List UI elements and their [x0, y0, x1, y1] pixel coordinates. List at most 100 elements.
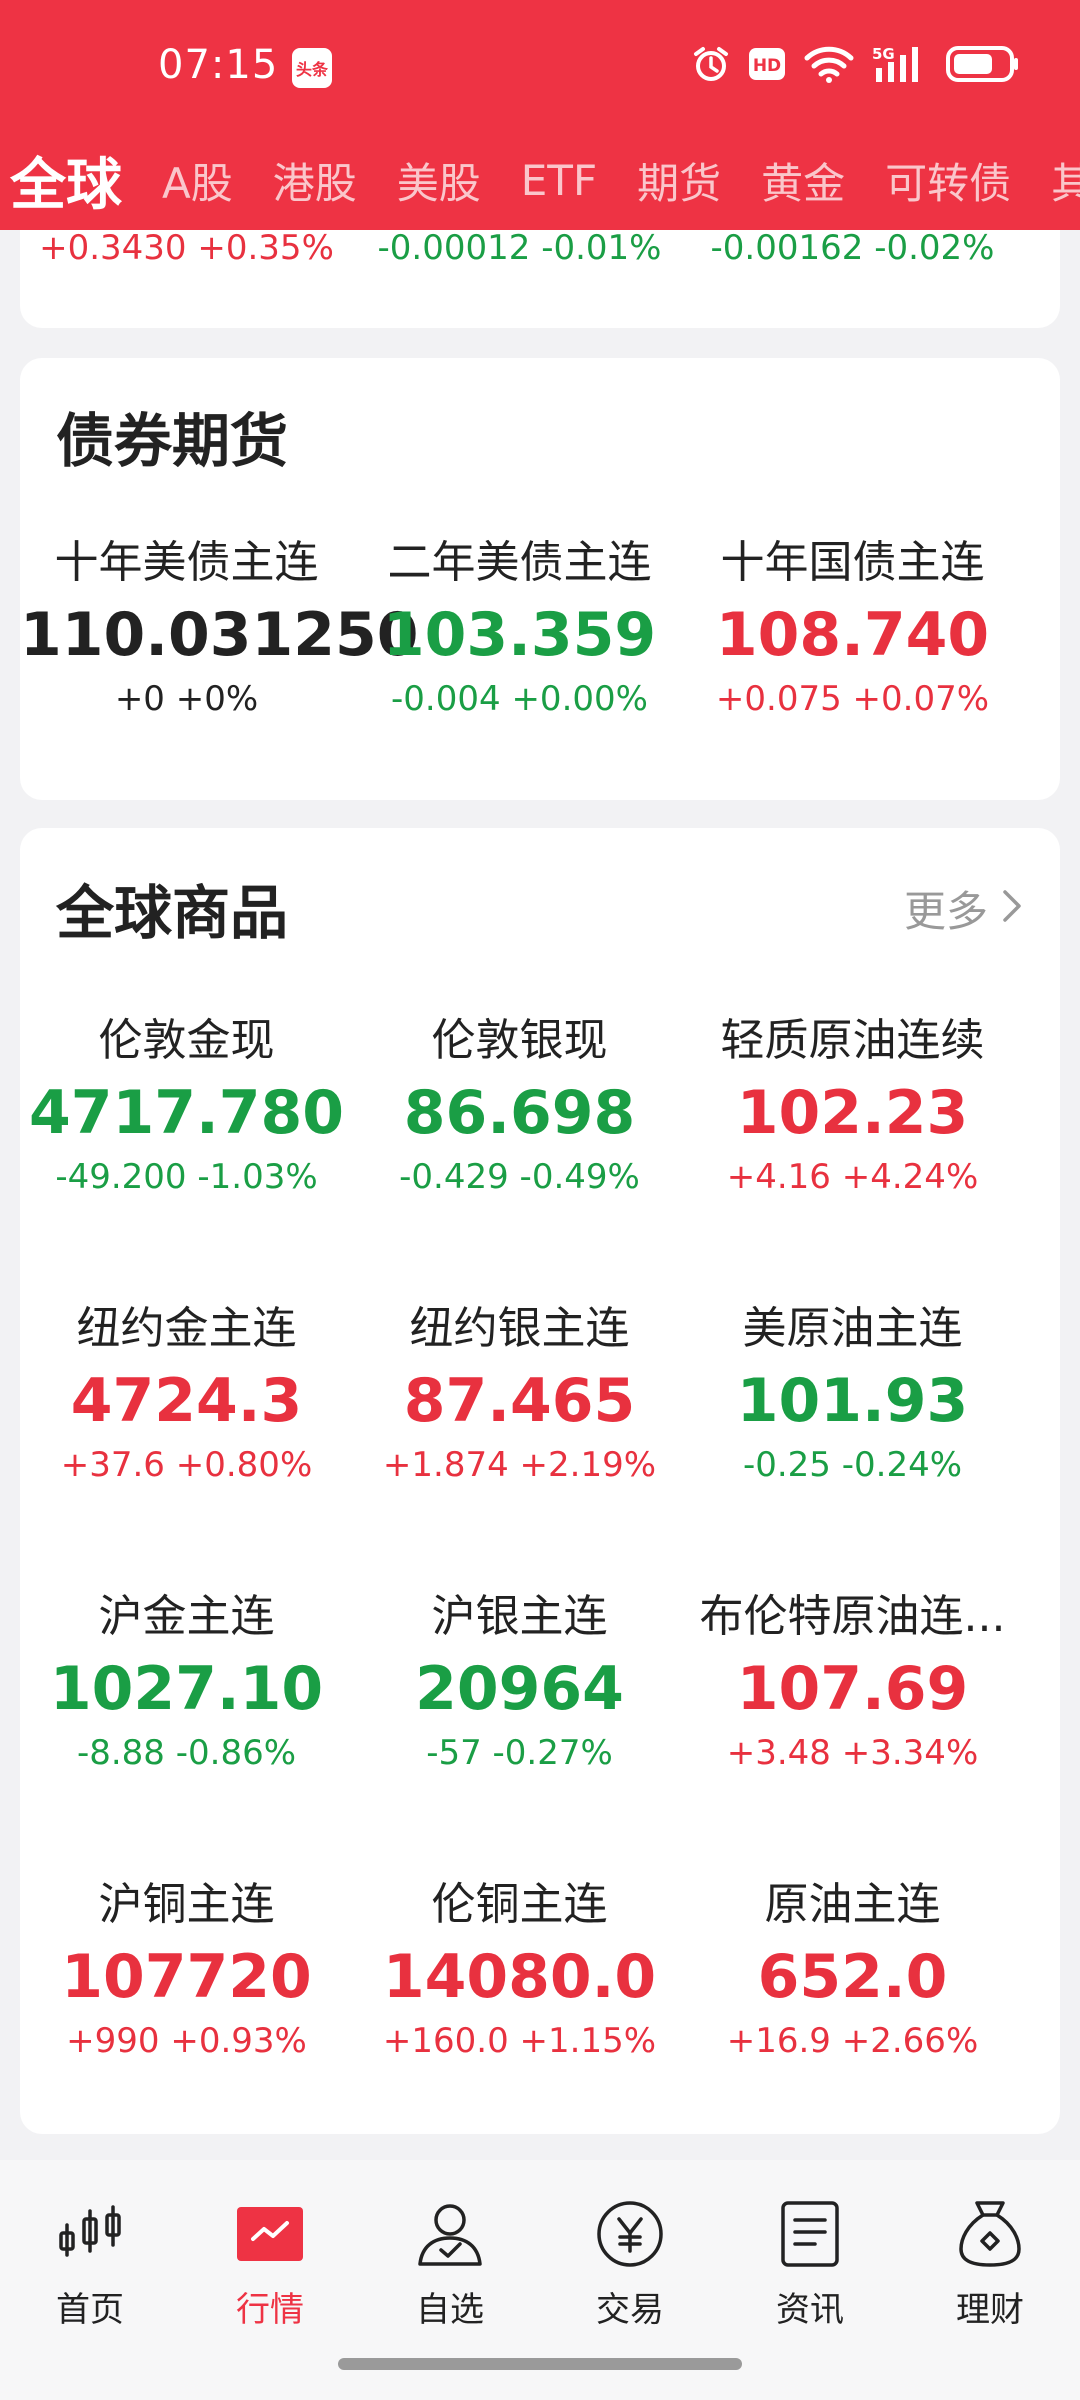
hd-icon: HD: [748, 47, 786, 81]
quote-name: 伦敦金现: [98, 1015, 275, 1066]
home-indicator[interactable]: [338, 2358, 742, 2370]
quote-price: 108.740: [715, 600, 990, 670]
nav-label: 行情: [236, 2290, 304, 2330]
quote-cell[interactable]: 轻质原油连续 102.23 +4.16 +4.24%: [686, 1008, 1019, 1296]
quote-cell[interactable]: 沪金主连 1027.10 -8.88 -0.86%: [20, 1584, 353, 1872]
tab-us-stocks[interactable]: 美股: [377, 150, 501, 211]
bond-futures-title: 债券期货: [56, 407, 289, 475]
quote-cell[interactable]: 美原油主连 101.93 -0.25 -0.24%: [686, 1296, 1019, 1584]
quote-change: -57 -0.27%: [426, 1733, 613, 1773]
nav-trade[interactable]: 交易: [540, 2198, 720, 2331]
nav-label: 资讯: [776, 2290, 844, 2330]
quote-price: 1027.10: [49, 1654, 324, 1724]
document-icon: [774, 2198, 846, 2270]
user-check-icon: [414, 2198, 486, 2270]
network-label: 5G: [872, 45, 895, 63]
quote-cell[interactable]: 二年美债主连 103.359 -0.004 +0.00%: [353, 530, 686, 818]
quote-name: 纽约金主连: [76, 1303, 297, 1354]
nav-label: 自选: [416, 2290, 484, 2330]
quote-cell[interactable]: 十年国债主连 108.740 +0.075 +0.07%: [686, 530, 1019, 818]
quote-cell[interactable]: 沪银主连 20964 -57 -0.27%: [353, 1584, 686, 1872]
partial-change-3[interactable]: -0.00162 -0.02%: [686, 228, 1019, 268]
global-commodities-card: 全球商品 更多 伦敦金现 4717.780 -49.200 -1.03% 伦敦银…: [20, 828, 1060, 2134]
quote-name: 轻质原油连续: [720, 1015, 985, 1066]
quote-change: -0.429 -0.49%: [399, 1157, 640, 1197]
quote-cell[interactable]: 十年美债主连 110.031250 +0 +0%: [20, 530, 419, 818]
toutiao-app-icon: 头条: [292, 48, 332, 88]
quote-row: 纽约金主连 4724.3 +37.6 +0.80% 纽约银主连 87.465 +…: [20, 1296, 1060, 1584]
quote-cell[interactable]: 原油主连 652.0 +16.9 +2.66%: [686, 1872, 1019, 2160]
quote-change: +3.48 +3.34%: [726, 1733, 979, 1773]
tab-a-shares[interactable]: A股: [142, 150, 253, 211]
quote-price: 103.359: [382, 600, 657, 670]
bond-futures-card: 债券期货 十年美债主连 110.031250 +0 +0% 二年美债主连 103…: [20, 358, 1060, 800]
quote-price: 87.465: [403, 1366, 636, 1436]
nav-news[interactable]: 资讯: [720, 2198, 900, 2331]
quote-name: 布伦特原油连...: [699, 1591, 1006, 1642]
quote-cell[interactable]: 沪铜主连 107720 +990 +0.93%: [20, 1872, 353, 2160]
quote-cell[interactable]: 伦敦金现 4717.780 -49.200 -1.03%: [20, 1008, 353, 1296]
quote-price: 107.69: [736, 1654, 969, 1724]
tab-hk-stocks[interactable]: 港股: [253, 150, 377, 211]
more-link[interactable]: 更多: [904, 878, 1022, 939]
quote-change: +1.874 +2.19%: [382, 1445, 657, 1485]
quote-change: -0.25 -0.24%: [742, 1445, 963, 1485]
nav-label: 交易: [596, 2290, 664, 2330]
quote-name: 沪金主连: [98, 1591, 275, 1642]
quote-name: 二年美债主连: [387, 537, 652, 588]
quote-row: 伦敦金现 4717.780 -49.200 -1.03% 伦敦银现 86.698…: [20, 1008, 1060, 1296]
tab-other[interactable]: 其他: [1031, 150, 1080, 211]
quote-price: 101.93: [736, 1366, 969, 1436]
tab-etf[interactable]: ETF: [501, 156, 617, 205]
quote-cell[interactable]: 布伦特原油连... 107.69 +3.48 +3.34%: [686, 1584, 1019, 1872]
tab-futures[interactable]: 期货: [617, 150, 741, 211]
status-icons: HD 5G: [692, 44, 1020, 84]
quote-name: 纽约银主连: [409, 1303, 630, 1354]
partial-change-2[interactable]: -0.00012 -0.01%: [353, 228, 686, 268]
chevron-right-icon: [1002, 884, 1022, 933]
nav-home[interactable]: 首页: [0, 2198, 180, 2331]
nav-market[interactable]: 行情: [180, 2198, 360, 2331]
yen-circle-icon: [594, 2198, 666, 2270]
nav-watchlist[interactable]: 自选: [360, 2198, 540, 2331]
tab-global[interactable]: 全球: [0, 140, 142, 221]
app-header: 07:15 头条 HD 5G 全球 A股 港股 美股 ETF 期货 黄金 可转债…: [0, 0, 1080, 230]
quote-cell[interactable]: 纽约银主连 87.465 +1.874 +2.19%: [353, 1296, 686, 1584]
status-bar: 07:15 头条 HD 5G: [0, 0, 1080, 130]
partial-change-1[interactable]: +0.3430 +0.35%: [20, 228, 353, 268]
quote-cell[interactable]: 伦铜主连 14080.0 +160.0 +1.15%: [353, 1872, 686, 2160]
quote-name: 十年美债主连: [54, 537, 319, 588]
quote-name: 美原油主连: [742, 1303, 963, 1354]
quote-row: 十年美债主连 110.031250 +0 +0% 二年美债主连 103.359 …: [20, 530, 1060, 818]
tab-convertible-bonds[interactable]: 可转债: [865, 150, 1031, 211]
nav-wealth[interactable]: 理财: [900, 2198, 1080, 2331]
quote-price: 4717.780: [28, 1078, 345, 1148]
quote-name: 十年国债主连: [720, 537, 985, 588]
market-tabs: 全球 A股 港股 美股 ETF 期货 黄金 可转债 其他: [0, 130, 1080, 230]
quote-change: +990 +0.93%: [66, 2021, 307, 2061]
battery-icon: [946, 45, 1020, 83]
quote-name: 沪银主连: [431, 1591, 608, 1642]
candlestick-icon: [54, 2198, 126, 2270]
wifi-icon: [804, 45, 854, 83]
quote-change: +16.9 +2.66%: [726, 2021, 979, 2061]
more-label: 更多: [903, 887, 988, 936]
quote-change: +37.6 +0.80%: [60, 1445, 313, 1485]
quote-row: 沪金主连 1027.10 -8.88 -0.86% 沪银主连 20964 -57…: [20, 1584, 1060, 1872]
quote-change: -0.004 +0.00%: [391, 679, 648, 719]
quote-change: +4.16 +4.24%: [726, 1157, 979, 1197]
quote-price: 102.23: [736, 1078, 969, 1148]
signal-5g-icon: 5G: [872, 44, 928, 84]
quote-cell[interactable]: 伦敦银现 86.698 -0.429 -0.49%: [353, 1008, 686, 1296]
quote-name: 沪铜主连: [98, 1879, 275, 1930]
commodities-grid: 伦敦金现 4717.780 -49.200 -1.03% 伦敦银现 86.698…: [20, 1008, 1060, 2160]
quote-change: +0.075 +0.07%: [715, 679, 990, 719]
partial-quote-row: +0.3430 +0.35% -0.00012 -0.01% -0.00162 …: [20, 228, 1060, 268]
quote-cell[interactable]: 纽约金主连 4724.3 +37.6 +0.80%: [20, 1296, 353, 1584]
tab-gold[interactable]: 黄金: [741, 150, 865, 211]
nav-label: 理财: [956, 2290, 1024, 2330]
money-bag-icon: [954, 2198, 1026, 2270]
quote-name: 伦敦银现: [431, 1015, 608, 1066]
chart-trend-icon: [234, 2198, 306, 2270]
alarm-icon: [692, 45, 730, 83]
